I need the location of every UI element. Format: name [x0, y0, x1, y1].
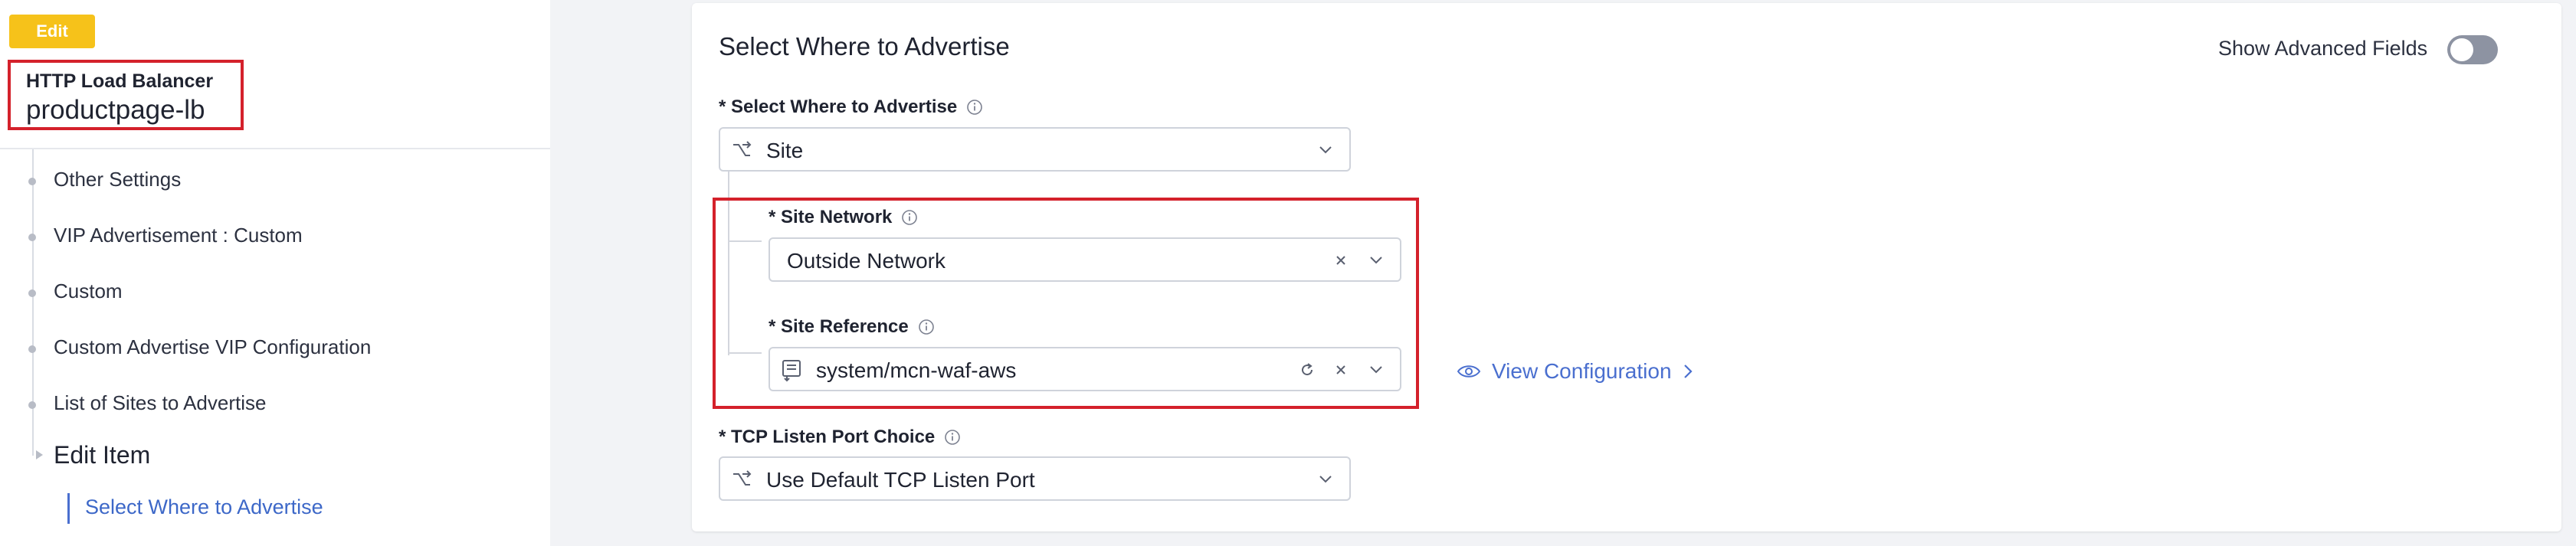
nav-item-edit-item[interactable]: Edit Item	[54, 441, 150, 469]
nav-item-other-settings[interactable]: Other Settings	[54, 168, 181, 191]
info-icon[interactable]	[918, 319, 935, 335]
info-icon[interactable]	[901, 209, 918, 226]
view-configuration-text: View Configuration	[1492, 359, 1672, 383]
site-reference-value: system/mcn-waf-aws	[816, 358, 1017, 382]
site-reference-label: * Site Reference	[769, 316, 935, 338]
nav-item-current[interactable]: Select Where to Advertise	[85, 495, 323, 519]
branch-icon	[733, 141, 752, 156]
site-reference-label-text: * Site Reference	[769, 316, 909, 337]
where-to-advertise-label-text: * Select Where to Advertise	[719, 96, 958, 117]
info-icon[interactable]	[966, 99, 983, 116]
branch-icon	[733, 470, 752, 486]
main-form-card: Select Where to Advertise Show Advanced …	[692, 3, 2561, 531]
nav-dot	[28, 178, 36, 185]
tcp-listen-port-label: * TCP Listen Port Choice	[719, 427, 961, 448]
eye-icon	[1457, 365, 1481, 378]
site-network-value: Outside Network	[787, 249, 946, 273]
info-icon[interactable]	[944, 429, 961, 446]
chevron-down-icon[interactable]	[1368, 254, 1384, 266]
site-network-select[interactable]: Outside Network	[769, 237, 1401, 282]
show-advanced-toggle[interactable]	[2447, 35, 2498, 64]
refresh-icon[interactable]	[1299, 361, 1316, 378]
where-to-advertise-value: Site	[766, 139, 804, 162]
view-configuration-link[interactable]: View Configuration	[1457, 356, 1693, 387]
chevron-down-icon[interactable]	[1318, 144, 1333, 156]
nav-item-custom[interactable]: Custom	[54, 280, 123, 303]
lb-type-label: HTTP Load Balancer	[26, 70, 214, 92]
nav-item-list-of-sites[interactable]: List of Sites to Advertise	[54, 391, 266, 415]
nav-item-vip-advertisement[interactable]: VIP Advertisement : Custom	[54, 224, 303, 247]
nav-dot	[28, 289, 36, 297]
nav-dot	[28, 401, 36, 409]
tcp-listen-port-select[interactable]: Use Default TCP Listen Port	[719, 456, 1351, 501]
chevron-down-icon[interactable]	[1368, 364, 1384, 376]
panel-divider	[0, 148, 550, 149]
chevron-right-icon	[1683, 365, 1693, 378]
lb-name: productpage-lb	[26, 95, 205, 125]
section-title: Select Where to Advertise	[719, 32, 1010, 60]
edit-badge[interactable]: Edit	[9, 15, 95, 48]
tcp-listen-port-label-text: * TCP Listen Port Choice	[719, 427, 936, 447]
nav-dot	[28, 234, 36, 241]
tcp-listen-port-value: Use Default TCP Listen Port	[766, 468, 1035, 492]
show-advanced-label: Show Advanced Fields	[2218, 37, 2428, 60]
left-nav-panel: Edit HTTP Load Balancer productpage-lb O…	[0, 0, 550, 546]
site-network-label-text: * Site Network	[769, 207, 893, 227]
nav-dot	[28, 345, 36, 353]
chevron-down-icon[interactable]	[1318, 473, 1333, 486]
clear-icon[interactable]	[1334, 363, 1348, 377]
load-balancer-title-box: HTTP Load Balancer productpage-lb	[8, 60, 244, 130]
site-network-label: * Site Network	[769, 207, 918, 228]
toggle-knob	[2450, 38, 2473, 61]
caret-right-icon	[36, 450, 43, 459]
nav-tree-line	[32, 149, 34, 456]
where-to-advertise-label: * Select Where to Advertise	[719, 96, 983, 118]
where-to-advertise-select[interactable]: Site	[719, 127, 1351, 172]
document-icon	[782, 360, 801, 382]
nav-current-indicator	[67, 493, 70, 524]
nav-item-custom-advertise-vip[interactable]: Custom Advertise VIP Configuration	[54, 335, 371, 359]
site-reference-select[interactable]: system/mcn-waf-aws	[769, 347, 1401, 391]
clear-icon[interactable]	[1334, 253, 1348, 267]
